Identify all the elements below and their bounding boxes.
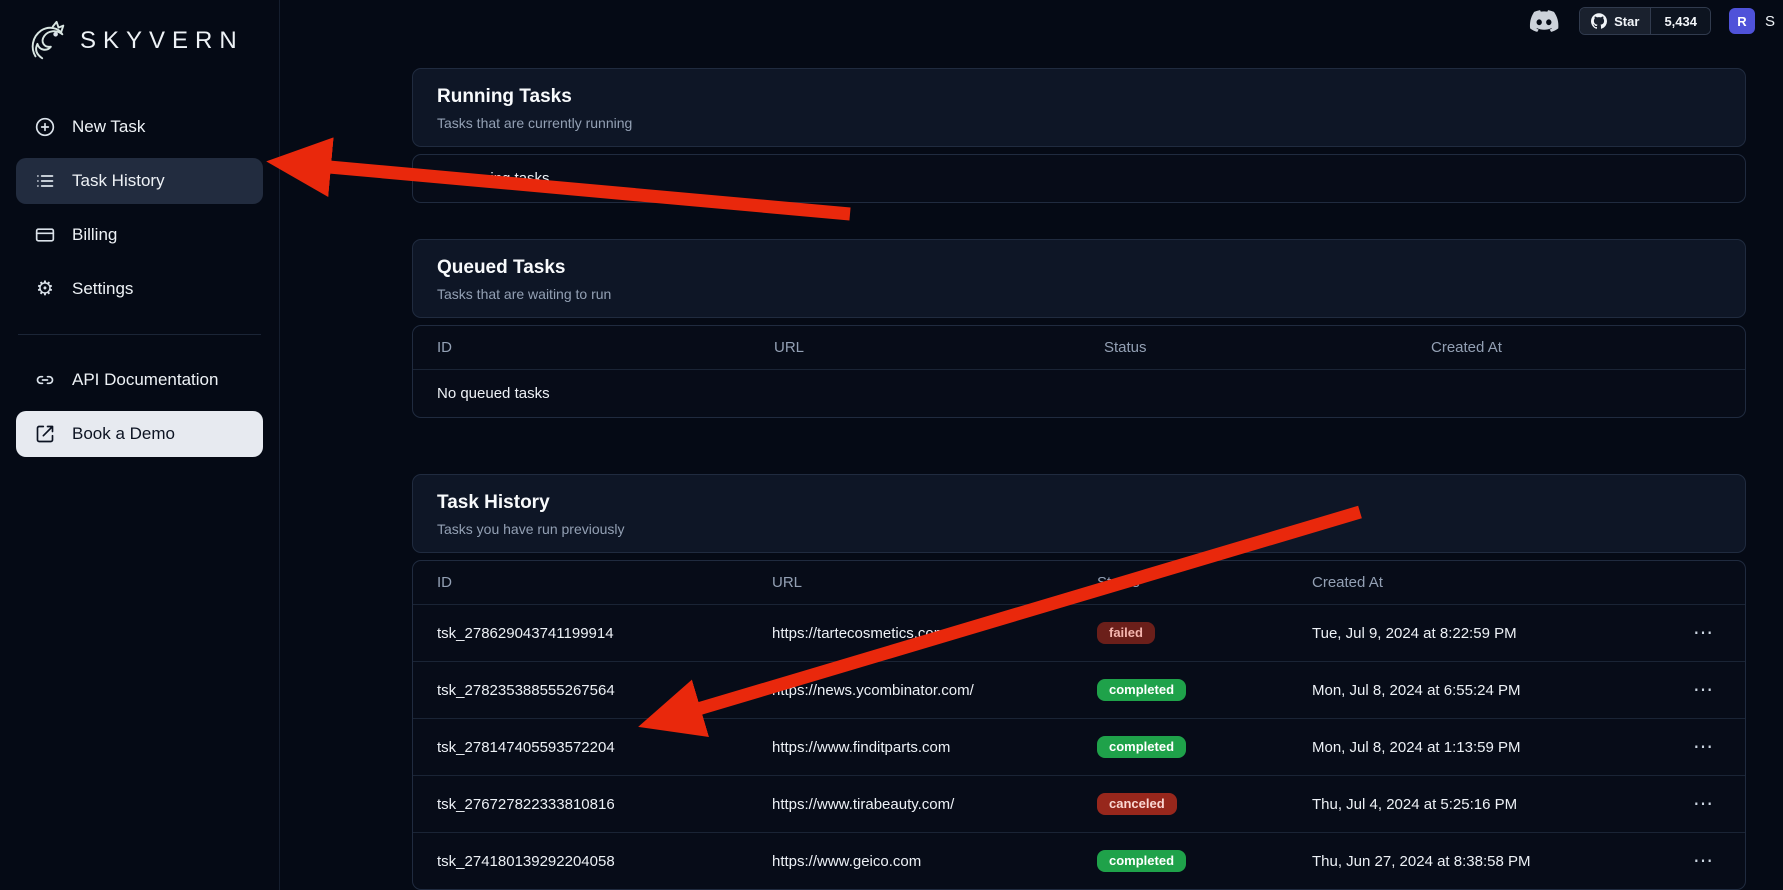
sidebar-item-label: Task History (72, 171, 165, 191)
task-history-table: ID URL Status Created At tsk_27862904374… (412, 560, 1746, 890)
user-name-truncated: S (1765, 13, 1775, 30)
status-badge: failed (1097, 622, 1155, 644)
status-badge: completed (1097, 850, 1186, 872)
gear-icon: ⚙ (34, 279, 56, 299)
cell-id: tsk_278147405593572204 (437, 739, 772, 756)
sidebar-divider (18, 334, 261, 335)
row-actions-button[interactable]: ⋯ (1685, 792, 1721, 816)
plus-circle-icon (34, 117, 56, 137)
column-header-url: URL (774, 339, 1104, 356)
running-tasks-header: Running Tasks Tasks that are currently r… (412, 68, 1746, 147)
github-star-widget[interactable]: Star 5,434 (1579, 7, 1711, 35)
brand-logo-row[interactable]: SKYVERN (16, 14, 263, 70)
cell-id: tsk_278629043741199914 (437, 625, 772, 642)
queued-tasks-section: Queued Tasks Tasks that are waiting to r… (412, 239, 1746, 418)
cell-created: Thu, Jun 27, 2024 at 8:38:58 PM (1312, 853, 1657, 870)
table-row[interactable]: tsk_278629043741199914 https://tartecosm… (413, 605, 1745, 662)
cell-created: Tue, Jul 9, 2024 at 8:22:59 PM (1312, 625, 1657, 642)
sidebar-item-label: Book a Demo (72, 424, 175, 444)
github-star-count: 5,434 (1650, 8, 1710, 34)
discord-icon[interactable] (1529, 8, 1561, 34)
brand-name: SKYVERN (80, 27, 244, 55)
main-area: Star 5,434 R S Running Tasks Tasks that … (280, 0, 1783, 890)
cell-created: Mon, Jul 8, 2024 at 6:55:24 PM (1312, 682, 1657, 699)
queued-tasks-header: Queued Tasks Tasks that are waiting to r… (412, 239, 1746, 318)
running-tasks-table: No running tasks (412, 154, 1746, 203)
section-title: Running Tasks (437, 86, 1721, 108)
github-star-button[interactable]: Star (1580, 8, 1650, 34)
table-row[interactable]: tsk_276727822333810816 https://www.tirab… (413, 776, 1745, 833)
sidebar-item-label: API Documentation (72, 370, 218, 390)
sidebar-item-api-documentation[interactable]: API Documentation (16, 357, 263, 403)
topbar: Star 5,434 R S (280, 0, 1783, 42)
running-empty-state: No running tasks (413, 155, 1745, 202)
history-table-body: tsk_278629043741199914 https://tartecosm… (413, 605, 1745, 889)
status-badge: canceled (1097, 793, 1177, 815)
book-a-demo-button[interactable]: Book a Demo (16, 411, 263, 457)
primary-nav: New Task Task History Billing ⚙ Settings (16, 104, 263, 312)
column-header-status: Status (1097, 574, 1312, 591)
table-row[interactable]: tsk_274180139292204058 https://www.geico… (413, 833, 1745, 889)
row-actions-button[interactable]: ⋯ (1685, 849, 1721, 873)
secondary-nav: API Documentation Book a Demo (16, 357, 263, 457)
column-header-created-at: Created At (1431, 339, 1721, 356)
cell-id: tsk_274180139292204058 (437, 853, 772, 870)
row-actions-button[interactable]: ⋯ (1685, 678, 1721, 702)
cell-url: https://news.ycombinator.com/ (772, 682, 1097, 699)
cell-url: https://tartecosmetics.com (772, 625, 1097, 642)
task-history-section: Task History Tasks you have run previous… (412, 474, 1746, 890)
sidebar: SKYVERN New Task Task History Billing (0, 0, 280, 890)
queued-tasks-table: ID URL Status Created At No queued tasks (412, 325, 1746, 418)
sidebar-item-billing[interactable]: Billing (16, 212, 263, 258)
user-avatar[interactable]: R (1729, 8, 1755, 34)
cell-url: https://www.finditparts.com (772, 739, 1097, 756)
queued-table-header-row: ID URL Status Created At (413, 326, 1745, 370)
skyvern-dragon-logo-icon (24, 18, 70, 64)
sidebar-item-settings[interactable]: ⚙ Settings (16, 266, 263, 312)
section-subtitle: Tasks that are currently running (437, 115, 1721, 131)
row-actions-button[interactable]: ⋯ (1685, 735, 1721, 759)
row-actions-button[interactable]: ⋯ (1685, 621, 1721, 645)
table-row[interactable]: tsk_278235388555267564 https://news.ycom… (413, 662, 1745, 719)
sidebar-item-label: Settings (72, 279, 133, 299)
content: Running Tasks Tasks that are currently r… (280, 42, 1783, 890)
task-history-header: Task History Tasks you have run previous… (412, 474, 1746, 553)
cell-created: Mon, Jul 8, 2024 at 1:13:59 PM (1312, 739, 1657, 756)
sidebar-item-task-history[interactable]: Task History (16, 158, 263, 204)
column-header-url: URL (772, 574, 1097, 591)
table-row[interactable]: tsk_278147405593572204 https://www.findi… (413, 719, 1745, 776)
cell-url: https://www.geico.com (772, 853, 1097, 870)
column-header-id: ID (437, 339, 774, 356)
external-link-icon (34, 424, 56, 444)
running-tasks-section: Running Tasks Tasks that are currently r… (412, 68, 1746, 203)
section-title: Queued Tasks (437, 257, 1721, 279)
cell-id: tsk_278235388555267564 (437, 682, 772, 699)
cell-id: tsk_276727822333810816 (437, 796, 772, 813)
section-title: Task History (437, 492, 1721, 514)
cell-created: Thu, Jul 4, 2024 at 5:25:16 PM (1312, 796, 1657, 813)
section-subtitle: Tasks that are waiting to run (437, 286, 1721, 302)
sidebar-item-label: New Task (72, 117, 145, 137)
credit-card-icon (34, 225, 56, 245)
cell-url: https://www.tirabeauty.com/ (772, 796, 1097, 813)
github-star-label: Star (1614, 14, 1639, 29)
sidebar-item-new-task[interactable]: New Task (16, 104, 263, 150)
list-icon (34, 171, 56, 191)
link-icon (34, 370, 56, 390)
app-window: SKYVERN New Task Task History Billing (0, 0, 1783, 890)
column-header-status: Status (1104, 339, 1431, 356)
github-icon (1591, 13, 1607, 29)
history-table-header-row: ID URL Status Created At (413, 561, 1745, 605)
column-header-created-at: Created At (1312, 574, 1657, 591)
section-subtitle: Tasks you have run previously (437, 521, 1721, 537)
status-badge: completed (1097, 736, 1186, 758)
column-header-id: ID (437, 574, 772, 591)
sidebar-item-label: Billing (72, 225, 117, 245)
status-badge: completed (1097, 679, 1186, 701)
queued-empty-state: No queued tasks (413, 370, 1745, 417)
